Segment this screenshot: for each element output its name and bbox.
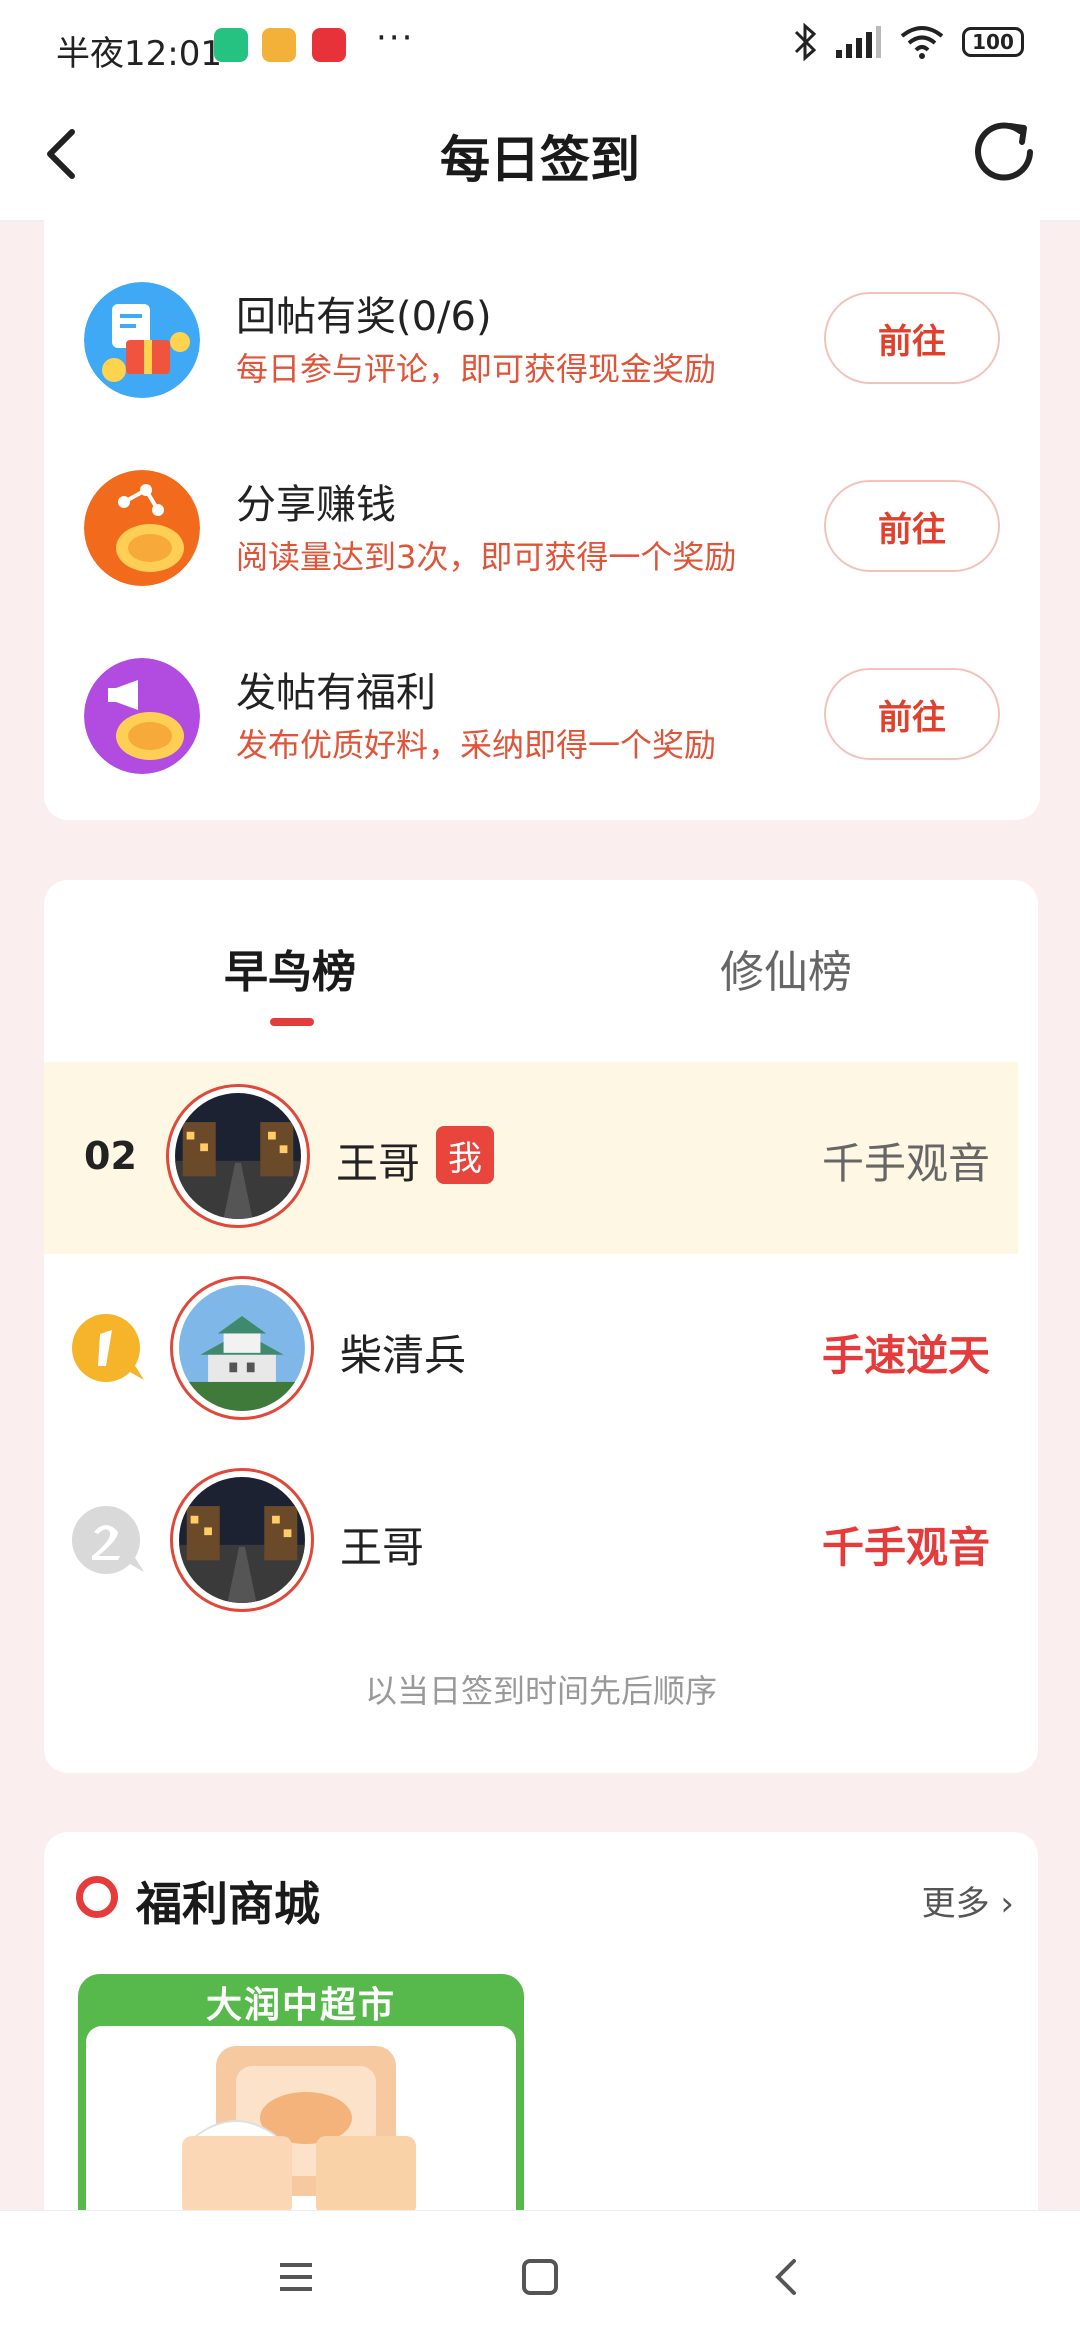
silver-medal-icon: 2 [72, 1506, 144, 1574]
more-label: 更多 [921, 1884, 990, 1924]
more-link[interactable]: 更多 › [922, 1876, 1014, 1925]
task-title: 分享赚钱 [236, 482, 396, 528]
app-notification-icon [214, 28, 248, 62]
bluetooth-icon [794, 22, 817, 62]
back-nav-icon[interactable] [764, 2253, 812, 2301]
user-rank-title: 手速逆天 [821, 1331, 990, 1380]
status-bar: 半夜12:01 ··· 100 [0, 0, 1080, 90]
avatar [166, 1084, 310, 1228]
more-notifications-icon: ··· [376, 18, 415, 58]
refresh-icon[interactable] [964, 112, 1044, 192]
app-notification-icon [312, 28, 346, 62]
task-item-share: 分享赚钱 阅读量达到3次，即可获得一个奖励 前往 [44, 450, 1040, 600]
avatar-image [175, 1093, 301, 1219]
rank-row[interactable]: 2 王哥 千手观音 [44, 1446, 1018, 1638]
ranking-card: 早鸟榜 修仙榜 02 王哥 我 千手观音 1 [44, 880, 1038, 1773]
user-name: 柴清兵 [340, 1331, 467, 1380]
avatar [170, 1276, 314, 1420]
system-nav-bar [0, 2210, 1080, 2341]
me-badge: 我 [436, 1126, 494, 1184]
signal-icon [836, 26, 881, 58]
task-description: 发布优质好料，采纳即得一个奖励 [236, 726, 717, 764]
battery-indicator: 100 [962, 27, 1024, 57]
wifi-icon [900, 26, 944, 59]
go-button[interactable]: 前往 [824, 668, 1000, 760]
task-title: 发帖有福利 [236, 670, 436, 716]
app-notification-icon [262, 28, 296, 62]
welfare-mall-card: 福利商城 更多 › 大润中超市 [44, 1832, 1038, 2274]
ranking-note: 以当日签到时间先后顺序 [364, 1672, 717, 1710]
home-icon[interactable] [516, 2253, 564, 2301]
tab-immortal[interactable]: 修仙榜 [720, 936, 852, 1000]
post-reward-icon [84, 658, 200, 774]
go-button[interactable]: 前往 [824, 480, 1000, 572]
tab-indicator [270, 1018, 314, 1026]
gold-medal-icon: 1 [72, 1314, 144, 1382]
avatar [170, 1468, 314, 1612]
chevron-right-icon: › [1000, 1884, 1014, 1924]
tasks-card: 回帖有奖(0/6) 每日参与评论，即可获得现金奖励 前往 分享赚钱 阅读量达到3… [44, 200, 1040, 820]
avatar-image [179, 1477, 305, 1603]
status-time: 半夜12:01 [56, 34, 222, 74]
user-rank-title: 千手观音 [821, 1523, 990, 1572]
tab-early-bird[interactable]: 早鸟榜 [224, 936, 356, 1000]
task-title: 回帖有奖(0/6) [236, 294, 492, 340]
user-name: 王哥 [336, 1139, 421, 1188]
product-banner-text: 大润中超市 [205, 1985, 396, 2026]
rank-number: 02 [84, 1134, 137, 1178]
task-item-reply: 回帖有奖(0/6) 每日参与评论，即可获得现金奖励 前往 [44, 262, 1040, 412]
avatar-image [179, 1285, 305, 1411]
section-title: 福利商城 [136, 1877, 320, 1931]
go-button[interactable]: 前往 [824, 292, 1000, 384]
user-name: 王哥 [340, 1523, 425, 1572]
rank-row[interactable]: 1 柴清兵 手速逆天 [44, 1254, 1018, 1446]
task-description: 阅读量达到3次，即可获得一个奖励 [236, 538, 737, 576]
share-reward-icon [84, 470, 200, 586]
status-indicators: 100 [792, 22, 1024, 62]
user-rank-title: 千手观音 [821, 1139, 990, 1188]
my-rank-row[interactable]: 02 王哥 我 千手观音 [44, 1062, 1018, 1254]
circle-icon [76, 1876, 118, 1918]
task-item-post: 发帖有福利 发布优质好料，采纳即得一个奖励 前往 [44, 638, 1040, 788]
task-description: 每日参与评论，即可获得现金奖励 [236, 350, 717, 388]
menu-icon[interactable] [272, 2253, 320, 2301]
gift-reward-icon [84, 282, 200, 398]
page-title: 每日签到 [440, 131, 640, 189]
